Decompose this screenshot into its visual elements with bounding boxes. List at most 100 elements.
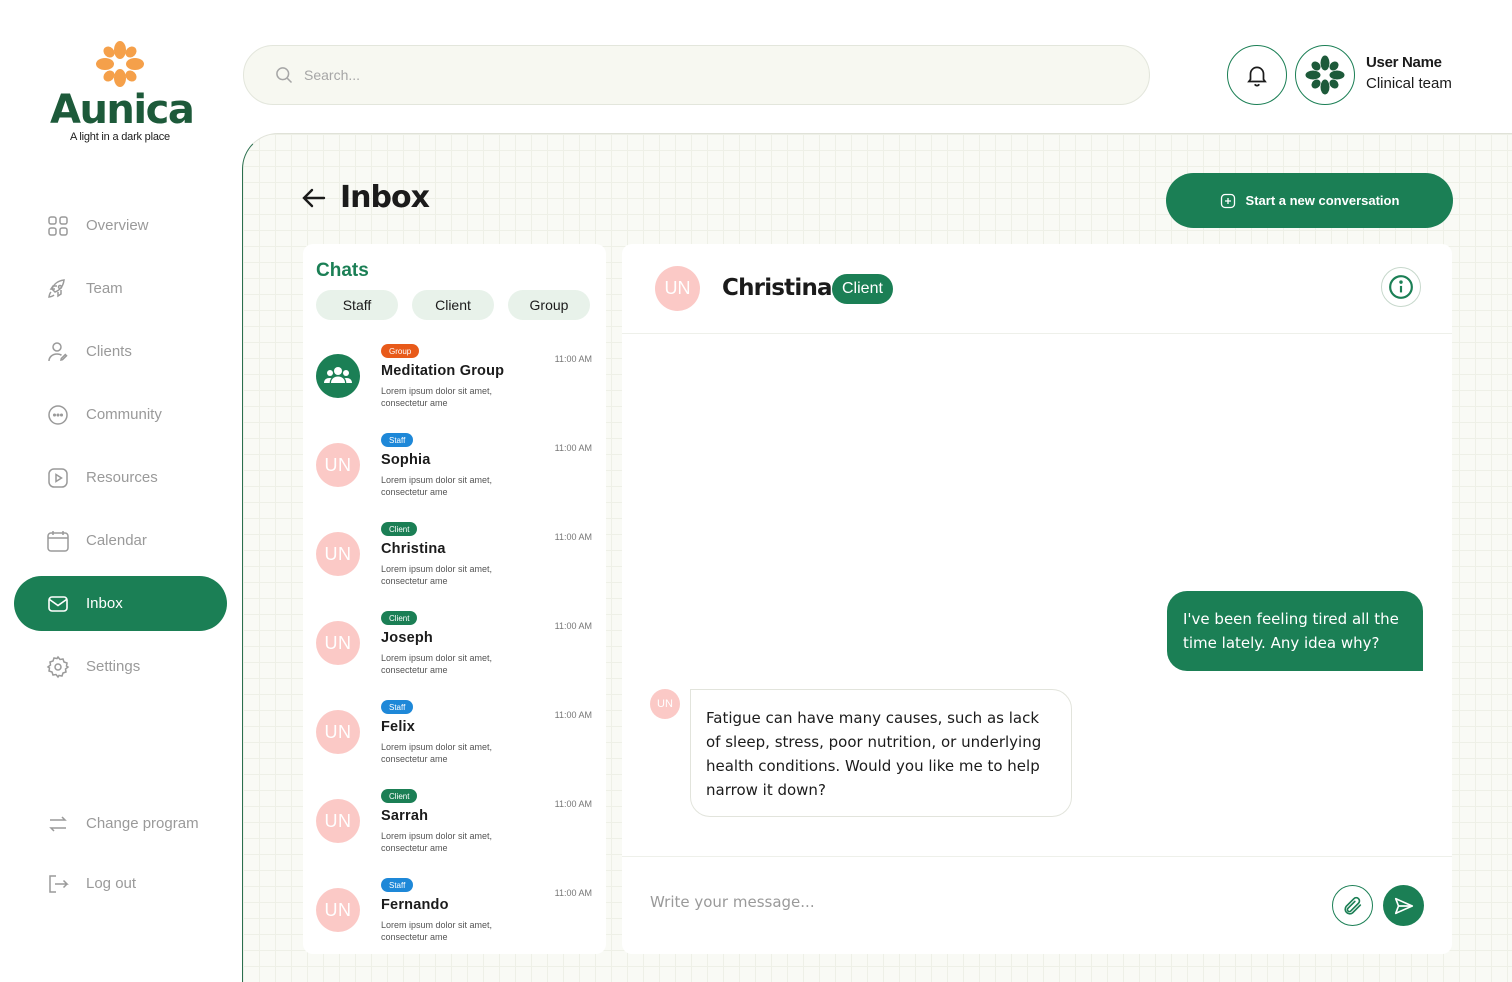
chat-preview: Lorem ipsum dolor sit amet, consectetur … <box>381 742 493 764</box>
chat-preview: Lorem ipsum dolor sit amet, consectetur … <box>381 653 493 675</box>
sidebar-item-overview[interactable]: Overview <box>14 198 227 253</box>
chat-item-christina[interactable]: UN Client Christina Lorem ipsum dolor si… <box>303 518 606 607</box>
chat-time: 11:00 AM <box>554 443 592 453</box>
incoming-message-avatar: UN <box>650 689 680 719</box>
message-input[interactable] <box>650 893 1250 911</box>
chat-time: 11:00 AM <box>554 888 592 898</box>
outgoing-message: I've been feeling tired all the time lat… <box>1167 591 1423 671</box>
play-icon <box>48 467 68 488</box>
chat-badge: Group <box>381 344 420 358</box>
user-info: User Name Clinical team <box>1366 54 1452 92</box>
brand-name: Aunica <box>50 87 195 133</box>
chat-name: Fernando <box>381 897 449 913</box>
chat-badge: Staff <box>381 433 414 447</box>
chat-name: Sarrah <box>381 808 429 824</box>
logout-icon <box>49 874 69 893</box>
conversation-info-button[interactable] <box>1381 267 1421 307</box>
chat-bubble-icon <box>48 404 68 425</box>
logout-button[interactable]: Log out <box>14 856 227 911</box>
calendar-icon <box>47 530 69 552</box>
chat-avatar: UN <box>316 443 360 487</box>
chats-title: Chats <box>316 260 369 281</box>
sidebar-item-label: Team <box>86 280 123 297</box>
attach-button[interactable] <box>1332 885 1373 926</box>
plus-square-icon <box>1220 193 1235 208</box>
sidebar-item-community[interactable]: Community <box>14 387 227 442</box>
app-root: Aunica A light in a dark place Overview … <box>0 0 1512 982</box>
filter-client[interactable]: Client <box>412 290 494 320</box>
chat-preview: Lorem ipsum dolor sit amet, consectetur … <box>381 920 493 942</box>
change-program-button[interactable]: Change program <box>14 796 227 851</box>
chat-item-felix[interactable]: UN Staff Felix Lorem ipsum dolor sit ame… <box>303 696 606 785</box>
send-icon <box>1394 897 1413 914</box>
chat-name: Christina <box>381 541 446 557</box>
incoming-message: Fatigue can have many causes, such as la… <box>690 689 1072 817</box>
chat-time: 11:00 AM <box>554 710 592 720</box>
brand-logo[interactable]: Aunica A light in a dark place <box>50 40 195 150</box>
chat-item-fernando[interactable]: UN Staff Fernando Lorem ipsum dolor sit … <box>303 874 606 954</box>
sidebar-item-label: Clients <box>86 343 132 360</box>
user-name: User Name <box>1366 54 1442 71</box>
sidebar-item-inbox[interactable]: Inbox <box>14 576 227 631</box>
chat-badge: Client <box>381 522 418 536</box>
back-arrow-icon[interactable] <box>300 184 328 212</box>
search-input[interactable] <box>304 67 1104 83</box>
chat-preview: Lorem ipsum dolor sit amet, consectetur … <box>381 831 493 853</box>
group-people-icon <box>324 367 352 383</box>
bell-icon <box>1247 66 1267 87</box>
chat-avatar: UN <box>316 799 360 843</box>
sidebar-item-team[interactable]: Team <box>14 261 227 316</box>
grid-icon <box>48 215 68 236</box>
message-composer <box>622 856 1452 954</box>
rocket-icon <box>48 278 65 298</box>
chat-name: Felix <box>381 719 416 735</box>
chat-item-joseph[interactable]: UN Client Joseph Lorem ipsum dolor sit a… <box>303 607 606 696</box>
contact-role-badge: Client <box>832 274 893 304</box>
sidebar-item-calendar[interactable]: Calendar <box>14 513 227 568</box>
chat-time: 11:00 AM <box>554 799 592 809</box>
sidebar-item-resources[interactable]: Resources <box>14 450 227 505</box>
sidebar-item-settings[interactable]: Settings <box>14 639 227 694</box>
paperclip-icon <box>1343 896 1361 915</box>
chat-list: Group Meditation Group Lorem ipsum dolor… <box>303 340 606 954</box>
chat-badge: Staff <box>381 878 414 892</box>
conversation-header: UN Christina Client <box>622 244 1452 334</box>
contact-name: Christina <box>722 275 833 301</box>
chat-time: 11:00 AM <box>554 532 592 542</box>
sidebar-bottom-nav: Change program Log out <box>14 796 227 916</box>
avatar-logo-icon <box>1305 55 1345 95</box>
chat-item-meditation-group[interactable]: Group Meditation Group Lorem ipsum dolor… <box>303 340 606 429</box>
chat-item-sophia[interactable]: UN Staff Sophia Lorem ipsum dolor sit am… <box>303 429 606 518</box>
sidebar-item-label: Resources <box>86 469 158 486</box>
chat-avatar: UN <box>316 710 360 754</box>
gear-icon <box>46 655 70 678</box>
chat-item-sarrah[interactable]: UN Client Sarrah Lorem ipsum dolor sit a… <box>303 785 606 874</box>
aunica-flower-icon <box>96 41 144 87</box>
user-role: Clinical team <box>1366 75 1452 92</box>
chat-name: Meditation Group <box>381 363 505 379</box>
chat-avatar: UN <box>316 888 360 932</box>
chat-badge: Client <box>381 611 418 625</box>
info-icon <box>1389 275 1413 299</box>
sidebar-item-label: Calendar <box>86 532 147 549</box>
chat-badge: Client <box>381 789 418 803</box>
sidebar-item-clients[interactable]: Clients <box>14 324 227 379</box>
chat-name: Joseph <box>381 630 433 646</box>
filter-group[interactable]: Group <box>508 290 590 320</box>
chat-name: Sophia <box>381 452 431 468</box>
brand-tagline: A light in a dark place <box>70 131 170 143</box>
sidebar-item-label: Community <box>86 406 162 423</box>
change-program-label: Change program <box>86 815 199 832</box>
search-bar[interactable] <box>243 45 1150 105</box>
swap-icon <box>49 815 67 832</box>
send-button[interactable] <box>1383 885 1424 926</box>
filter-staff[interactable]: Staff <box>316 290 398 320</box>
user-avatar[interactable] <box>1295 45 1355 105</box>
notifications-button[interactable] <box>1227 45 1287 105</box>
start-new-conversation-button[interactable]: Start a new conversation <box>1166 173 1453 228</box>
sidebar-nav: Overview Team Clients Community Resource… <box>14 198 227 702</box>
chat-preview: Lorem ipsum dolor sit amet, consectetur … <box>381 564 493 586</box>
search-icon <box>276 67 293 84</box>
chats-panel: Chats Staff Client Group Group Meditatio… <box>303 244 606 954</box>
chat-preview: Lorem ipsum dolor sit amet, consectetur … <box>381 475 493 497</box>
